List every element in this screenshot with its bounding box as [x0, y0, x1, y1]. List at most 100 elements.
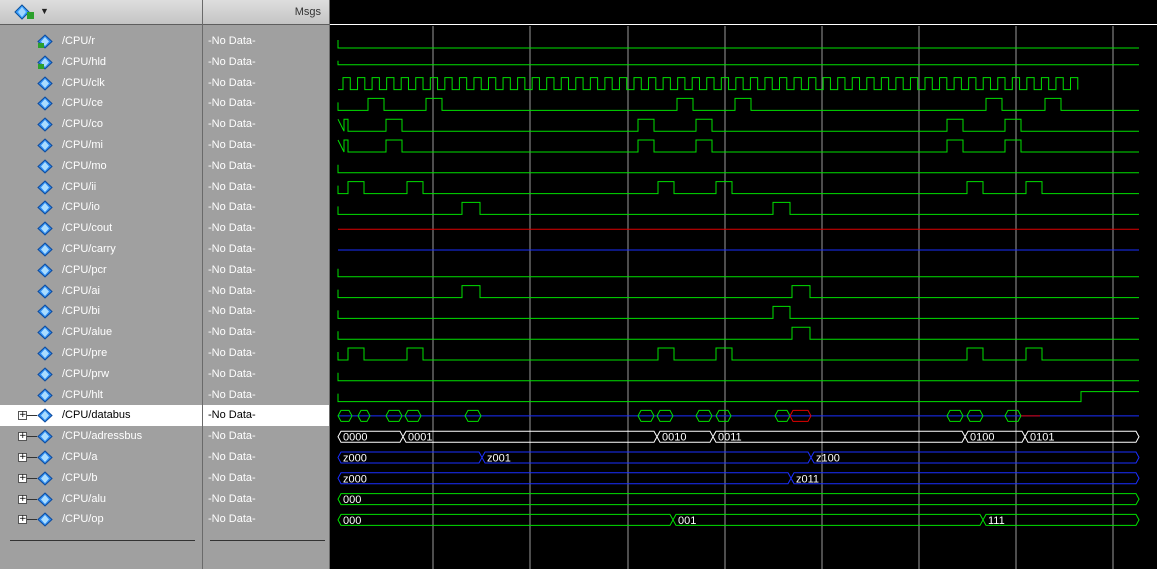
signal-row-prw[interactable]: /CPU/prw	[0, 364, 202, 385]
expand-icon[interactable]: +	[18, 453, 27, 462]
signal-trace	[337, 139, 1139, 153]
signal-row-hld[interactable]: /CPU/hld	[0, 52, 202, 73]
signal-diamond-icon	[37, 138, 53, 153]
signal-row-adressbus[interactable]: + /CPU/adressbus	[0, 426, 202, 447]
signal-name: /CPU/ce	[62, 97, 103, 109]
bus-value-label: 0011	[718, 432, 742, 444]
bus-value-label: z000	[343, 473, 367, 485]
signal-value: -No Data-	[208, 472, 256, 484]
signal-trace	[337, 268, 1139, 278]
bus-segment	[712, 430, 966, 443]
signal-row-mo[interactable]: /CPU/mo	[0, 156, 202, 177]
signal-name: /CPU/alue	[62, 326, 113, 338]
signal-name: /CPU/adressbus	[62, 430, 143, 442]
expand-icon[interactable]: +	[18, 432, 27, 441]
signal-value: -No Data-	[208, 243, 256, 255]
signal-diamond-icon	[37, 388, 53, 403]
msgs-column-label: Msgs	[294, 6, 321, 18]
signal-name: /CPU/carry	[62, 243, 116, 255]
signal-row-alu[interactable]: + /CPU/alu	[0, 489, 202, 510]
signal-row-hlt[interactable]: /CPU/hlt	[0, 385, 202, 406]
signal-value: -No Data-	[208, 326, 256, 338]
signal-row-a[interactable]: + /CPU/a	[0, 447, 202, 468]
signal-diamond-icon	[37, 346, 53, 361]
signal-trace	[337, 164, 1139, 174]
chevron-down-icon[interactable]: ▼	[40, 6, 49, 16]
signal-row-databus[interactable]: + /CPU/databus	[0, 405, 202, 426]
signal-name: /CPU/hld	[62, 56, 107, 68]
signal-value: -No Data-	[208, 118, 256, 130]
tree-connector	[27, 478, 37, 479]
expand-icon[interactable]: +	[18, 495, 27, 504]
signal-diamond-icon	[37, 180, 53, 195]
signal-row-op[interactable]: + /CPU/op	[0, 509, 202, 530]
signal-row-carry[interactable]: /CPU/carry	[0, 239, 202, 260]
signal-name: /CPU/alu	[62, 493, 107, 505]
signal-row-pre[interactable]: /CPU/pre	[0, 343, 202, 364]
signal-trace	[337, 372, 1139, 382]
signal-value: -No Data-	[208, 77, 256, 89]
signal-row-ai[interactable]: /CPU/ai	[0, 281, 202, 302]
bus-segment	[337, 513, 674, 526]
signal-row-cout[interactable]: /CPU/cout	[0, 218, 202, 239]
bus-value-label: 0001	[408, 432, 432, 444]
signal-row-alue[interactable]: /CPU/alue	[0, 322, 202, 343]
waveform-header	[330, 0, 1157, 25]
bus-segment	[337, 472, 792, 485]
signal-diamond-icon	[37, 492, 53, 507]
signal-row-mi[interactable]: /CPU/mi	[0, 135, 202, 156]
signal-value: -No Data-	[208, 160, 256, 172]
signal-row-bi[interactable]: /CPU/bi	[0, 301, 202, 322]
signal-diamond-icon	[37, 325, 53, 340]
tree-connector	[27, 457, 37, 458]
signal-value: -No Data-	[208, 368, 256, 380]
signal-diamond-icon	[37, 512, 53, 527]
signal-diamond-icon	[37, 284, 53, 299]
bus-value-label: 001	[678, 515, 696, 527]
signal-trace	[337, 40, 1139, 49]
wave-toolbar-icon[interactable]	[14, 4, 36, 20]
bus-segment	[790, 472, 1140, 485]
bus-value-label: 0101	[1030, 432, 1054, 444]
expand-icon[interactable]: +	[18, 474, 27, 483]
signal-name: /CPU/ii	[62, 181, 97, 193]
waveform-canvas[interactable]: 0000 0001 0010 0011 0100 0101 z000 z001 z100 z000…	[330, 26, 1157, 569]
signal-row-b[interactable]: + /CPU/b	[0, 468, 202, 489]
signal-diamond-icon	[37, 408, 53, 423]
signal-value: -No Data-	[208, 181, 256, 193]
signal-row-ce[interactable]: /CPU/ce	[0, 93, 202, 114]
signal-row-io[interactable]: /CPU/io	[0, 197, 202, 218]
tree-connector	[27, 436, 37, 437]
signal-trace	[337, 201, 1139, 215]
expand-icon[interactable]: +	[18, 515, 27, 524]
signal-row-r[interactable]: /CPU/r	[0, 31, 202, 52]
bus-value-label: z000	[343, 453, 367, 465]
signal-name: /CPU/hlt	[62, 389, 103, 401]
signal-value: -No Data-	[208, 56, 256, 68]
signal-diamond-icon	[37, 117, 53, 132]
list-end-separator	[210, 540, 325, 541]
bus-value-label: z100	[816, 453, 840, 465]
signal-trace	[337, 285, 1139, 299]
signal-row-co[interactable]: /CPU/co	[0, 114, 202, 135]
signal-diamond-icon	[37, 429, 53, 444]
signal-row-pcr[interactable]: /CPU/pcr	[0, 260, 202, 281]
bus-value-label: z001	[487, 453, 511, 465]
signal-row-ii[interactable]: /CPU/ii	[0, 177, 202, 198]
pin-in-icon	[37, 55, 53, 70]
name-pane-header: ▼	[0, 0, 202, 25]
bus-value-label: 0000	[343, 432, 367, 444]
expand-icon[interactable]: +	[18, 411, 27, 420]
signal-row-clk[interactable]: /CPU/clk	[0, 73, 202, 94]
signal-diamond-icon	[37, 76, 53, 91]
signal-trace	[337, 118, 1139, 132]
signal-name: /CPU/ai	[62, 285, 100, 297]
signal-diamond-icon	[37, 242, 53, 257]
value-pane-header: Msgs	[203, 0, 329, 25]
signal-name: /CPU/cout	[62, 222, 113, 234]
bus-value-label: 111	[988, 515, 1005, 527]
signal-name: /CPU/pre	[62, 347, 108, 359]
bus-segment	[982, 513, 1140, 526]
list-end-separator	[10, 540, 195, 541]
signal-trace	[337, 391, 1139, 403]
